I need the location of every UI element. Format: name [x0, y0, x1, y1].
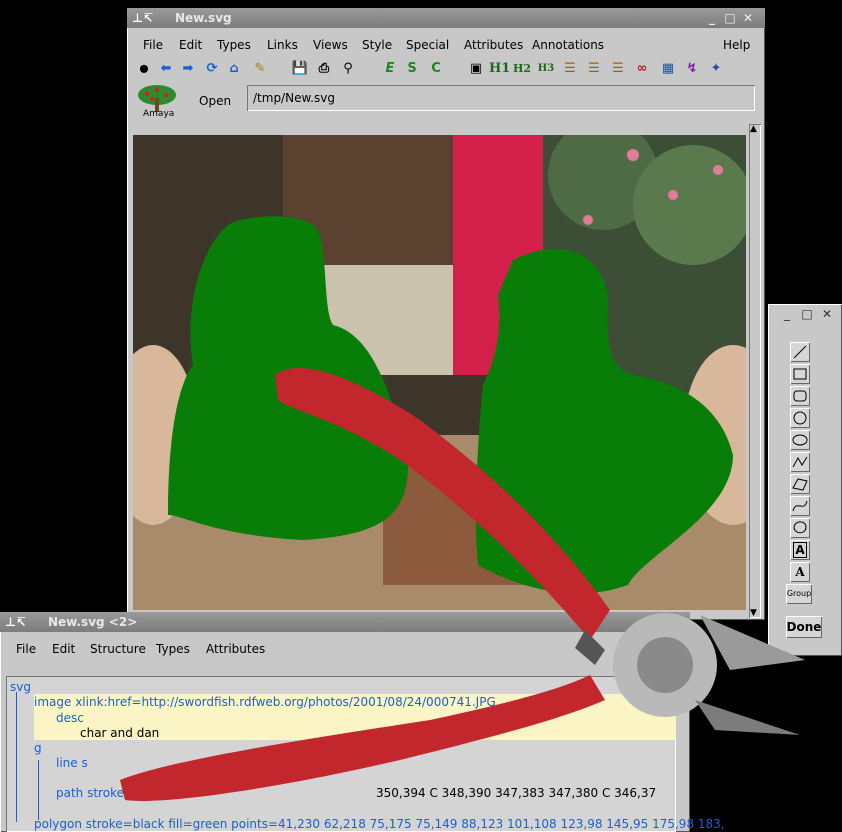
pliers-image — [120, 367, 805, 801]
